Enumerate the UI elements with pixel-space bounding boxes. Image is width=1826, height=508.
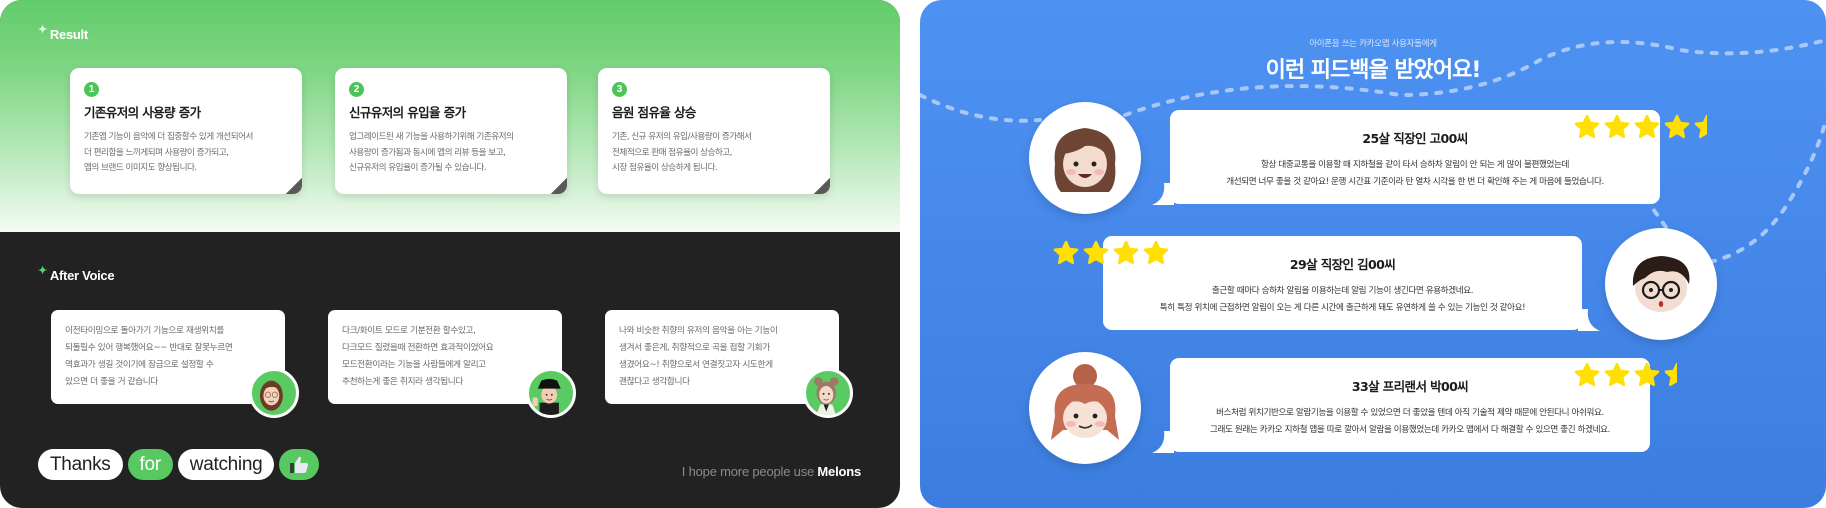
- voice-card: 다크/화이트 모드로 기분전환 할수있고, 다크모드 질렸을때 전환하면 효과적…: [328, 310, 576, 418]
- star-icon: [1634, 114, 1660, 139]
- footer-prefix: I hope more people use: [681, 464, 818, 479]
- star-rating: [1574, 362, 1690, 388]
- thumbs-up-icon: [290, 456, 309, 473]
- man-bucket-hat-avatar: [526, 368, 576, 418]
- bubble-tail: [1578, 309, 1600, 331]
- thanks-pill: Thanks: [38, 449, 123, 480]
- after-voice-title-text: After Voice: [49, 268, 115, 283]
- woman-glasses-avatar: [249, 368, 299, 418]
- left-slide-panel: ✦ Result 1 기존유저의 사용량 증가 기존앱 기능이 음악에 더 집중…: [0, 0, 900, 508]
- feedback-title: 이런 피드백을 받았어요!: [1265, 58, 1482, 83]
- thumbs-up-pill: [279, 449, 320, 480]
- result-card-heading: 신규유저의 유입율 증가: [349, 105, 466, 120]
- result-card-body: 기존앱 기능이 음악에 더 집중할수 있게 개선되어서 더 편리함을 느끼게되며…: [84, 132, 253, 173]
- right-slide-panel: 아이폰을 쓰는 카카오맵 사용자들에게 이런 피드백을 받았어요! 25살 직장…: [920, 0, 1826, 508]
- star-icon: [1113, 240, 1139, 265]
- number-badge: 1: [84, 82, 99, 97]
- half-star-icon: [1694, 114, 1707, 139]
- star-icon: [1053, 240, 1079, 265]
- for-pill: for: [127, 449, 173, 480]
- sparkle-icon: ✦: [38, 265, 47, 277]
- result-card-body: 기존, 신규 유저의 유입/사용량이 증가해서 전체적으로 판매 점유율이 상승…: [612, 132, 752, 173]
- star-rating: [1574, 114, 1720, 140]
- star-rating: [1053, 240, 1169, 266]
- star-icon: [1143, 240, 1169, 265]
- sparkle-icon: ✦: [38, 24, 47, 36]
- voice-quote: 다크/화이트 모드로 기분전환 할수있고, 다크모드 질렸을때 전환하면 효과적…: [342, 326, 494, 387]
- review-text: 버스처럼 위치기반으로 알람기능을 이용할 수 있었으면 더 좋았을 텐데 아직…: [1210, 408, 1610, 435]
- half-star-icon: [1664, 362, 1677, 387]
- review-bubble: 29살 직장인 김00씨 출근할 때마다 승하차 알림을 이용하는데 알림 기능…: [1103, 236, 1600, 331]
- result-section: ✦ Result 1 기존유저의 사용량 증가 기존앱 기능이 음악에 더 집중…: [0, 0, 900, 232]
- voice-card: 나와 비슷한 취향의 유저의 음악을 아는 기능이 생겨서 좋은게, 취향적으로…: [605, 310, 853, 418]
- footer-note: I hope more people use Melons: [682, 464, 861, 479]
- watching-pill: watching: [177, 449, 275, 480]
- number-badge: 2: [349, 82, 364, 97]
- footer-brand: Melons: [817, 464, 861, 479]
- page-curl-icon: [551, 178, 567, 194]
- star-icon: [1664, 114, 1690, 139]
- result-card: 3 음원 점유율 상승 기존, 신규 유저의 유입/사용량이 증가해서 전체적으…: [598, 68, 830, 194]
- page-curl-icon: [814, 178, 830, 194]
- number-badge: 3: [612, 82, 627, 97]
- review-text: 출근할 때마다 승하차 알림을 이용하는데 알림 기능이 생긴다면 유용하겠네요…: [1159, 286, 1526, 313]
- result-card: 2 신규유저의 유입율 증가 업그레이드된 새 기능을 사용하기위해 기존유저의…: [335, 68, 567, 194]
- page-curl-icon: [286, 178, 302, 194]
- feedback-subtitle: 아이폰을 쓰는 카카오맵 사용자들에게: [1309, 39, 1437, 49]
- after-voice-heading: ✦ After Voice: [38, 265, 115, 283]
- result-card-heading: 기존유저의 사용량 증가: [84, 105, 201, 120]
- glasses-man-avatar: [1605, 228, 1717, 340]
- result-card-body: 업그레이드된 새 기능을 사용하기위해 기존유저의 사용량이 증가됨과 동시에 …: [349, 132, 514, 173]
- star-icon: [1574, 114, 1600, 139]
- woman-buns-avatar: [803, 368, 853, 418]
- thanks-for-watching: Thanks for watching: [38, 449, 320, 480]
- bubble-tail: [1152, 431, 1174, 453]
- long-hair-woman-avatar: [1029, 102, 1141, 214]
- result-title-text: Result: [49, 27, 88, 42]
- star-icon: [1634, 362, 1660, 387]
- review-text: 항상 대중교통을 이용할 때 지하철을 같이 타서 승하차 알림이 안 되는 게…: [1226, 160, 1604, 187]
- bun-hair-woman-avatar: [1029, 352, 1141, 464]
- star-icon: [1083, 240, 1109, 265]
- voice-quote: 이전타이밍으로 돌아가기 기능으로 재생위치를 되돌릴수 있어 행복했어요~~ …: [65, 326, 233, 387]
- star-icon: [1574, 362, 1600, 387]
- reviewer-name: 29살 직장인 김00씨: [1289, 257, 1396, 272]
- result-heading: ✦ Result: [38, 24, 88, 42]
- star-icon: [1604, 362, 1630, 387]
- result-card-heading: 음원 점유율 상승: [612, 105, 696, 120]
- bubble-tail: [1152, 183, 1174, 205]
- voice-quote: 나와 비슷한 취향의 유저의 음악을 아는 기능이 생겨서 좋은게, 취향적으로…: [619, 326, 778, 387]
- star-icon: [1604, 114, 1630, 139]
- result-card: 1 기존유저의 사용량 증가 기존앱 기능이 음악에 더 집중할수 있게 개선되…: [70, 68, 302, 194]
- voice-card: 이전타이밍으로 돌아가기 기능으로 재생위치를 되돌릴수 있어 행복했어요~~ …: [51, 310, 299, 418]
